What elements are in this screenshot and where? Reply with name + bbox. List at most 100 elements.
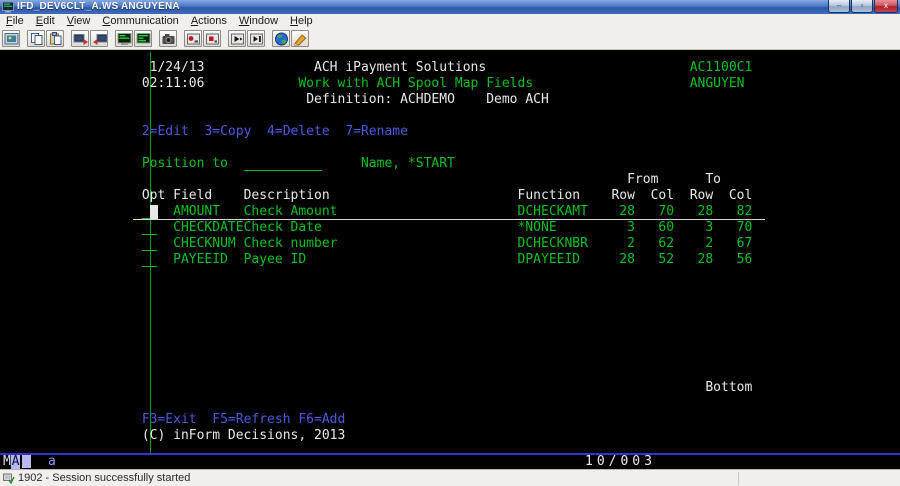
col-header-function: Function — [518, 188, 581, 204]
definition-label: Definition: ACHDEMO — [306, 92, 455, 108]
col-header-from-row-col: Row Col — [611, 188, 674, 204]
screen-time: 02:11:06 — [142, 76, 205, 92]
stop-macro-icon — [205, 32, 220, 46]
terminal-cursor — [150, 205, 158, 219]
menu-item-window[interactable]: Window — [233, 14, 284, 28]
field-name: CHECKDATE — [173, 220, 243, 236]
close-button[interactable]: x — [874, 0, 898, 13]
fkey-f6-add: F6=Add — [298, 412, 345, 428]
toolbar-group — [2, 30, 21, 47]
toolbar-group — [71, 30, 109, 47]
menu-item-view[interactable]: View — [61, 14, 97, 28]
send-file-icon — [73, 32, 88, 46]
oia-keyboard-indicator: a — [48, 455, 56, 469]
oia-available-indicator: A — [11, 455, 20, 469]
window-titlebar: IFD_DEV6CLT_A.WS ANGUYENA – ▫ x — [0, 0, 900, 15]
app-icon — [2, 1, 14, 13]
screen-snapshot-icon — [4, 32, 19, 46]
toolbar-web-browser-button[interactable] — [272, 30, 290, 47]
toolbar-highlighter-button[interactable] — [291, 30, 309, 47]
menu-item-help[interactable]: Help — [284, 14, 319, 28]
toolbar-group — [184, 30, 222, 47]
field-description: Check Amount — [244, 204, 338, 220]
toolbar-record-macro-button[interactable] — [184, 30, 202, 47]
option-4-delete: 4=Delete — [267, 124, 330, 140]
screen-date: 1/24/13 — [150, 60, 205, 76]
oia-cursor-position: 10/003 — [585, 455, 656, 469]
maximize-icon: ▫ — [861, 1, 864, 10]
menu-item-actions[interactable]: Actions — [185, 14, 233, 28]
application-window: { "window": { "title": "IFD_DEV6CLT_A.WS… — [0, 0, 900, 486]
window-title: IFD_DEV6CLT_A.WS ANGUYENA — [17, 1, 180, 12]
col-header-opt-field: Opt Field — [142, 188, 212, 204]
maximize-button[interactable]: ▫ — [851, 0, 873, 13]
record-macro-icon — [186, 32, 201, 46]
toolbar-display-session-alt-button[interactable] — [134, 30, 152, 47]
oia-input-inhibit-block — [22, 455, 31, 468]
menu-item-communication[interactable]: Communication — [96, 14, 184, 28]
opt-input[interactable] — [142, 217, 150, 219]
toolbar-group — [115, 30, 153, 47]
field-coordinates: 28 70 28 82 — [619, 204, 752, 220]
field-description: Check Date — [244, 220, 322, 236]
paste-icon — [48, 32, 63, 46]
fkey-f3-exit: F3=Exit — [142, 412, 197, 428]
toolbar-record-screen-button[interactable] — [159, 30, 177, 47]
opt-input[interactable] — [142, 265, 158, 267]
minimize-button[interactable]: – — [828, 0, 850, 13]
user-id: ANGUYEN — [690, 76, 745, 92]
position-to-hint: Name, *START — [361, 156, 455, 172]
web-browser-icon — [274, 32, 289, 46]
toolbar-play-macro-button[interactable] — [228, 30, 246, 47]
display-session-alt-icon — [136, 32, 151, 46]
terminal-screen[interactable]: M A a 10/003 1/24/13ACH iPayment Solutio… — [0, 50, 900, 469]
option-3-copy: 3=Copy — [204, 124, 251, 140]
menu-item-file[interactable]: File — [0, 14, 30, 28]
field-coordinates: 3 60 3 70 — [619, 220, 752, 236]
toolbar-group — [272, 30, 310, 47]
field-name: AMOUNT — [173, 204, 220, 220]
field-name: PAYEEID — [173, 252, 228, 268]
display-session-icon — [117, 32, 132, 46]
toolbar-play-macro-step-button[interactable] — [247, 30, 265, 47]
option-7-rename: 7=Rename — [345, 124, 408, 140]
copy-icon — [29, 32, 44, 46]
screen-subtitle: Work with ACH Spool Map Fields — [298, 76, 533, 92]
play-macro-step-icon — [249, 32, 264, 46]
toolbar-display-session-button[interactable] — [115, 30, 133, 47]
statusbar-divider — [738, 472, 739, 485]
field-description: Payee ID — [244, 252, 307, 268]
list-bottom-indicator: Bottom — [705, 380, 752, 396]
toolbar-receive-file-button[interactable] — [90, 30, 108, 47]
position-to-input[interactable] — [244, 169, 322, 171]
toolbar-stop-macro-button[interactable] — [203, 30, 221, 47]
col-header-to: To — [705, 172, 721, 188]
oia-system-indicator: M — [3, 455, 11, 469]
status-message: 1902 - Session successfully started — [18, 472, 190, 484]
receive-file-icon — [92, 32, 107, 46]
menu-item-edit[interactable]: Edit — [30, 14, 61, 28]
menu-bar: FileEditViewCommunicationActionsWindowHe… — [0, 14, 900, 29]
opt-input[interactable] — [142, 249, 158, 251]
option-2-edit: 2=Edit — [142, 124, 189, 140]
fkey-f5-refresh: F5=Refresh — [212, 412, 290, 428]
session-status-icon — [3, 472, 15, 484]
toolbar-copy-button[interactable] — [27, 30, 45, 47]
toolbar-screen-snapshot-button[interactable] — [2, 30, 20, 47]
field-name: CHECKNUM — [173, 236, 236, 252]
toolbar-group — [228, 30, 266, 47]
toolbar-group — [159, 30, 178, 47]
opt-input[interactable] — [142, 233, 158, 235]
toolbar-send-file-button[interactable] — [71, 30, 89, 47]
minimize-icon: – — [837, 1, 841, 10]
toolbar-paste-button[interactable] — [46, 30, 64, 47]
col-header-to-row-col: Row Col — [690, 188, 753, 204]
toolbar-group — [27, 30, 65, 47]
toolbar — [0, 28, 900, 50]
rule-cursor-vertical-line — [150, 52, 151, 453]
field-function: DPAYEEID — [518, 252, 581, 268]
field-coordinates: 2 62 2 67 — [619, 236, 752, 252]
col-header-description: Description — [244, 188, 330, 204]
oia-status-row: M A a 10/003 — [0, 455, 900, 469]
field-function: DCHECKNBR — [518, 236, 588, 252]
